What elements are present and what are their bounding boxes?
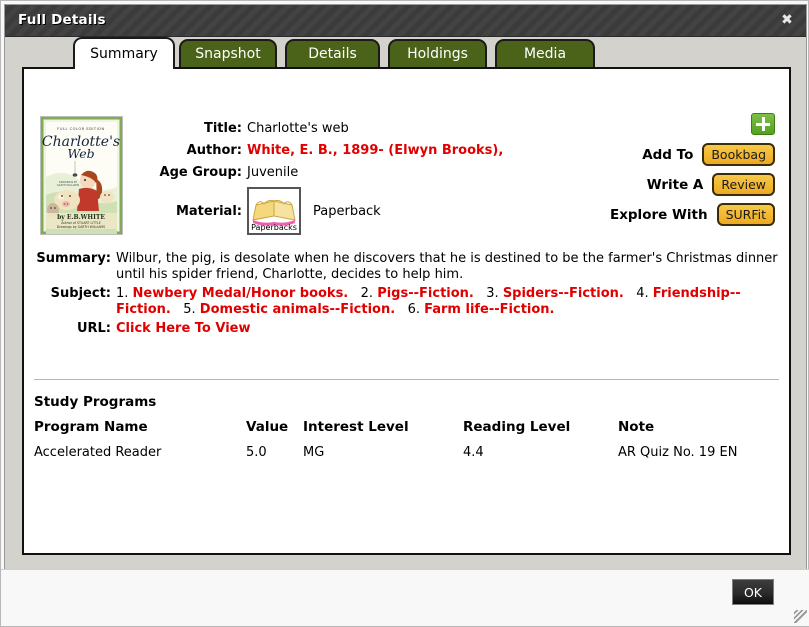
url-link[interactable]: Click Here To View — [116, 321, 251, 336]
review-button[interactable]: Review — [712, 173, 775, 196]
metadata-row-title: Title: Charlotte's web — [144, 121, 574, 139]
subject-number: 5. — [183, 302, 200, 317]
author-value[interactable]: White, E. B., 1899- (Elwyn Brooks), — [247, 143, 503, 158]
svg-text:by E.B.WHITE: by E.B.WHITE — [57, 214, 105, 221]
study-programs-table: Program Name Value Interest Level Readin… — [34, 419, 774, 460]
svg-text:FULL COLOR EDITION: FULL COLOR EDITION — [57, 127, 104, 131]
author-label: Author: — [186, 143, 242, 158]
age-group-label: Age Group: — [159, 165, 242, 180]
column-note: Note — [618, 419, 655, 435]
column-reading-level: Reading Level — [463, 419, 571, 435]
book-cover-image: FULL COLOR EDITION Charlotte's Web DRAWI… — [40, 116, 123, 235]
subject-number: 1. — [116, 286, 133, 301]
resize-grip[interactable] — [794, 610, 807, 623]
subject-term[interactable]: Farm life--Fiction. — [424, 302, 554, 317]
write-a-label: Write A — [646, 176, 704, 193]
column-program-name: Program Name — [34, 419, 148, 435]
subject-term[interactable]: Domestic animals--Fiction. — [200, 302, 395, 317]
tab-media[interactable]: Media — [495, 39, 595, 67]
subject-number: 3. — [486, 286, 503, 301]
tab-summary[interactable]: Summary — [73, 37, 175, 69]
svg-text:GARTH WILLIAMS: GARTH WILLIAMS — [57, 183, 80, 187]
subject-label: Subject: — [50, 286, 111, 301]
subject-term[interactable]: Spiders--Fiction. — [503, 286, 624, 301]
cell-note: AR Quiz No. 19 EN — [618, 445, 738, 460]
bookbag-button[interactable]: Bookbag — [702, 143, 775, 166]
title-value: Charlotte's web — [247, 121, 349, 136]
bibliographic-details: Summary: Wilbur, the pig, is desolate wh… — [28, 251, 784, 340]
metadata-row-author: Author: White, E. B., 1899- (Elwyn Brook… — [144, 143, 574, 161]
dialog-titlebar: Full Details ✖ — [5, 5, 806, 37]
subject-number: 6. — [407, 302, 425, 317]
close-icon[interactable]: ✖ — [777, 10, 797, 30]
study-programs-heading: Study Programs — [34, 394, 157, 410]
summary-panel: FULL COLOR EDITION Charlotte's Web DRAWI… — [22, 67, 791, 555]
action-row-write-a: Write A Review — [525, 173, 775, 196]
material-label: Material: — [175, 203, 242, 219]
tab-snapshot[interactable]: Snapshot — [179, 39, 277, 67]
column-interest-level: Interest Level — [303, 419, 409, 435]
metadata-block: Title: Charlotte's web Author: White, E.… — [144, 121, 574, 239]
url-value: Click Here To View — [116, 321, 784, 337]
surfit-button[interactable]: SURFit — [716, 203, 775, 226]
add-to-label: Add To — [642, 146, 694, 163]
full-details-dialog: Full Details ✖ Summary Snapshot Details … — [4, 4, 807, 570]
material-value: Paperback — [313, 203, 381, 219]
age-group-value: Juvenile — [247, 165, 299, 180]
subject-number: 2. — [360, 286, 378, 301]
action-row-add-to: Add To Bookbag — [525, 143, 775, 166]
table-header-row: Program Name Value Interest Level Readin… — [34, 419, 774, 445]
title-label: Title: — [203, 121, 242, 136]
svg-text:Web: Web — [67, 146, 94, 161]
tab-holdings[interactable]: Holdings — [388, 39, 487, 67]
application-frame: Full Details ✖ Summary Snapshot Details … — [0, 0, 809, 627]
column-value: Value — [246, 419, 289, 435]
tab-strip: Summary Snapshot Details Holdings Media — [5, 37, 808, 69]
summary-row: Summary: Wilbur, the pig, is desolate wh… — [28, 251, 784, 283]
cell-value: 5.0 — [246, 445, 267, 460]
url-row: URL: Click Here To View — [28, 321, 784, 337]
section-divider — [34, 379, 779, 380]
metadata-row-age-group: Age Group: Juvenile — [144, 165, 574, 183]
subject-number: 4. — [636, 286, 653, 301]
cell-interest-level: MG — [303, 445, 325, 460]
ok-button[interactable]: OK — [732, 579, 774, 605]
subject-row: Subject: 1. Newbery Medal/Honor books. 2… — [28, 286, 784, 318]
action-row-explore-with: Explore With SURFit — [525, 203, 775, 226]
subject-term[interactable]: Newbery Medal/Honor books. — [133, 286, 349, 301]
explore-with-label: Explore With — [609, 206, 708, 223]
material-icon-caption: Paperbacks — [251, 223, 297, 232]
dialog-title: Full Details — [18, 12, 106, 28]
cell-reading-level: 4.4 — [463, 445, 484, 460]
subject-list: 1. Newbery Medal/Honor books. 2. Pigs--F… — [116, 286, 784, 318]
add-plus-icon[interactable] — [751, 113, 775, 135]
table-row: Accelerated Reader 5.0 MG 4.4 AR Quiz No… — [34, 445, 774, 460]
cell-program-name: Accelerated Reader — [34, 445, 162, 460]
tab-details[interactable]: Details — [285, 39, 380, 67]
url-label: URL: — [76, 321, 111, 336]
metadata-row-material: Material: Paperbacks Paperback — [144, 187, 574, 235]
subject-term[interactable]: Pigs--Fiction. — [377, 286, 474, 301]
summary-text: Wilbur, the pig, is desolate when he dis… — [116, 251, 778, 282]
action-column: Add To Bookbag Write A Review Explore Wi… — [525, 113, 775, 233]
svg-text:Drawings by GARTH WILLIAMS: Drawings by GARTH WILLIAMS — [57, 225, 105, 229]
dialog-footer: OK — [1, 569, 809, 626]
paperback-book-icon: Paperbacks — [247, 187, 301, 235]
summary-label: Summary: — [36, 251, 111, 266]
